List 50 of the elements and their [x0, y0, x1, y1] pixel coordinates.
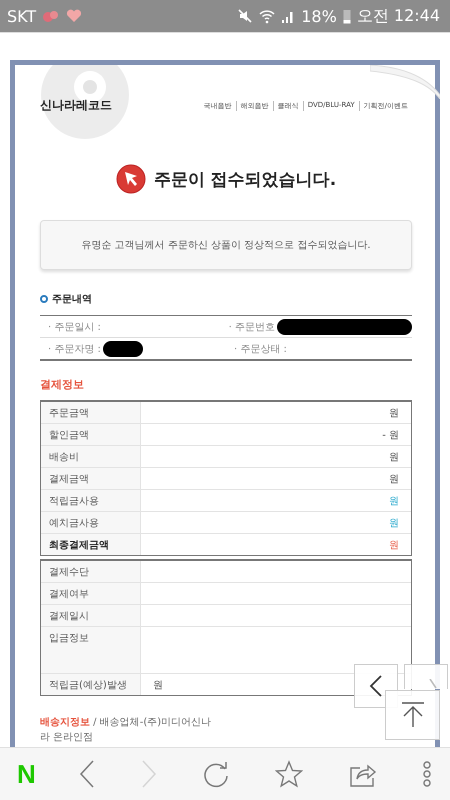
row-label: 결제일시	[41, 605, 141, 626]
heart-icon	[66, 9, 82, 23]
amount-cell-text: 원	[388, 451, 400, 465]
shipping-heading: 배송지정보 / 배송업체-(주)미디어신나라 온라인점	[40, 716, 212, 744]
site-logo[interactable]: 신나라레코드	[40, 97, 112, 114]
wifi-icon	[259, 8, 276, 24]
amount-cell-text: - 원	[381, 429, 400, 443]
row-label: 입금정보	[41, 627, 141, 673]
amount-cell-text: 원	[388, 473, 400, 487]
cursor-badge-icon	[116, 164, 146, 194]
row-label: 예치금사용	[41, 512, 141, 533]
battery-percent: 18%	[301, 6, 337, 26]
scroll-top-button[interactable]	[385, 690, 440, 740]
amount-cell-text: 원	[388, 517, 400, 531]
carrier-label: SKT	[7, 6, 36, 26]
amount-cell-text: 원	[388, 539, 400, 553]
section-heading: 결제정보	[40, 377, 85, 392]
field-label: · 주문자명 :	[48, 342, 101, 356]
field-label: · 주문일시 :	[48, 320, 101, 334]
star-icon	[275, 760, 304, 788]
mute-icon	[237, 8, 254, 24]
chevron-left-icon	[369, 675, 383, 697]
row-label: 주문금액	[41, 402, 141, 423]
row-label: 결제수단	[41, 561, 141, 582]
notice-text: 유명순 고객님께서 주문하신 상품이 정상적으로 접수되었습니다.	[81, 239, 371, 252]
clock: 오전 12:44	[356, 6, 440, 26]
redaction-mark	[102, 340, 143, 356]
row-label: 결제금액	[41, 468, 141, 489]
bullet-icon	[40, 295, 48, 303]
row-label: 결제여부	[41, 583, 141, 604]
row-label: 적립금사용	[41, 490, 141, 511]
chevron-right-icon	[429, 679, 437, 689]
bookmark-button[interactable]	[273, 758, 306, 790]
row-label: 배송비	[41, 446, 141, 467]
section-heading: 주문내역	[52, 293, 92, 306]
row-label: 할인금액	[41, 424, 141, 445]
page-title: 주문이 접수되었습니다.	[154, 168, 336, 190]
field-label: · 주문번호	[228, 320, 275, 334]
field-label: · 주문상태 :	[234, 342, 287, 356]
row-label: 적립금(예상)발생	[41, 674, 141, 695]
amount-cell-text: 원	[388, 407, 400, 421]
chevron-left-icon	[79, 760, 96, 788]
more-icon	[422, 760, 432, 788]
amount-value: 원	[153, 679, 163, 691]
chevron-right-icon	[140, 760, 156, 788]
battery-icon	[342, 8, 351, 24]
row-label: 최종결제금액	[41, 534, 141, 555]
amount-cell-text: 원	[388, 495, 400, 509]
arrow-up-icon	[400, 702, 424, 728]
reload-icon	[202, 760, 230, 788]
